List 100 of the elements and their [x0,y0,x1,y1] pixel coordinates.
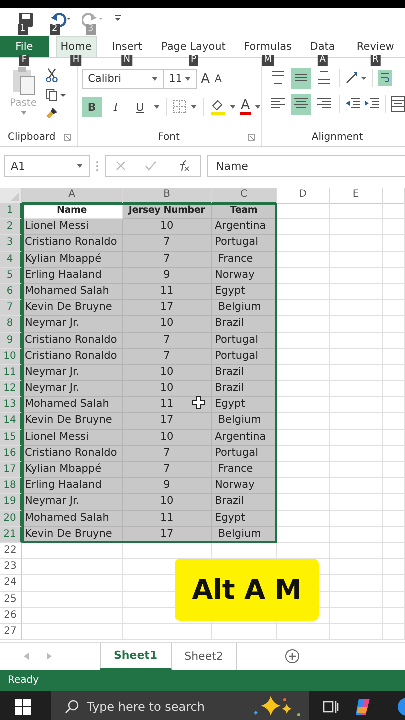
name-box[interactable]: A1 [4,155,90,177]
app-icon[interactable] [397,697,405,718]
row-header[interactable]: 20 [0,510,22,527]
row-header[interactable]: 19 [0,494,22,511]
ribbon-tab[interactable]: Home [56,36,97,57]
launcher-icon[interactable] [248,134,255,140]
row-header[interactable]: 16 [0,446,22,462]
sheet-tab[interactable]: Sheet1 [100,643,172,670]
merge-cells-icon[interactable] [391,96,405,112]
empty-cell [383,608,405,624]
shrink-font-button[interactable]: A [214,74,223,84]
row-header[interactable]: 13 [0,397,22,414]
key-tip: A [318,55,328,66]
empty-cell [330,332,383,349]
row-header[interactable]: 8 [0,316,22,332]
borders-icon[interactable] [173,100,188,114]
grow-font-button[interactable]: A [200,72,211,86]
add-sheet-icon[interactable] [285,649,300,664]
copy-icon[interactable] [45,88,67,102]
ribbon-tab[interactable]: Data [306,36,340,57]
empty-cell [383,592,405,608]
caret-icon[interactable] [77,164,83,168]
dropdown-icon[interactable] [154,105,160,109]
launcher-icon[interactable] [64,134,72,140]
font-color-button[interactable]: A [240,99,251,115]
table-cell: Brazil [212,316,277,332]
row-header[interactable]: 9 [0,332,22,349]
row-header[interactable]: 24 [0,575,22,592]
row-header[interactable]: 3 [0,235,22,252]
font-name-field[interactable]: Calibri [82,69,164,89]
empty-cell [383,494,405,511]
table-cell: 10 [123,364,212,382]
dropdown-icon[interactable] [230,105,236,109]
row-header[interactable]: 27 [0,624,22,640]
row-header[interactable]: 25 [0,592,22,608]
orientation-icon[interactable] [345,71,367,85]
row-header[interactable]: 10 [0,348,22,365]
search-field[interactable]: Type here to search [51,691,309,720]
table-cell: 7 [123,235,212,252]
windows-icon[interactable] [15,699,31,716]
align-center-button[interactable] [291,94,311,114]
copilot-icon[interactable] [353,697,373,718]
row-header[interactable]: 6 [0,284,22,300]
dots-icon [96,160,99,172]
empty-cell [383,381,405,398]
row-header[interactable]: 17 [0,462,22,478]
dropdown-icon[interactable] [191,105,198,109]
formula-field[interactable]: Name [207,155,405,177]
ribbon-tab[interactable]: Review [352,36,398,57]
row-header[interactable]: 15 [0,430,22,446]
row-header[interactable]: 23 [0,559,22,576]
dropdown-icon[interactable] [20,111,26,115]
empty-cell [383,542,405,560]
row-header[interactable]: 7 [0,300,22,316]
underline-button[interactable]: U [130,97,150,117]
column-header[interactable]: A [22,188,123,204]
row-header[interactable]: 4 [0,252,22,268]
column-header[interactable]: B [123,188,212,204]
wrap-text-icon[interactable] [378,70,392,86]
caret-icon[interactable] [152,77,158,81]
row-header[interactable]: 18 [0,478,22,494]
shortcut-caption: Alt A M [175,559,319,621]
row-header[interactable]: 5 [0,268,22,284]
table-cell: Mohamed Salah [22,510,123,527]
ribbon-tab[interactable]: Formulas [240,36,296,57]
row-header[interactable]: 22 [0,542,22,560]
align-middle-button[interactable] [291,68,311,88]
row-header[interactable]: 12 [0,381,22,398]
decrease-indent-icon[interactable] [345,97,361,111]
format-painter-icon[interactable] [45,107,59,120]
scissors-icon[interactable] [45,68,59,83]
fill-color-icon[interactable] [210,99,226,115]
column-header[interactable]: C [212,188,277,204]
empty-cell [330,608,383,624]
table-cell: Portugal [212,348,277,365]
row-header[interactable]: 14 [0,413,22,430]
column-header[interactable]: E [330,188,383,204]
column-header[interactable]: D [277,188,330,204]
key-tip: 2 [50,24,60,35]
row-header[interactable]: 2 [0,219,22,236]
italic-button[interactable]: I [106,97,126,117]
clipboard-icon[interactable] [10,66,36,96]
bold-button[interactable]: B [82,97,102,117]
ribbon-tab[interactable]: File [0,36,49,57]
table-cell: Neymar Jr. [22,494,123,511]
row-header[interactable]: 1 [0,203,22,220]
dropdown-icon[interactable] [255,105,261,109]
ribbon-tab[interactable]: Page Layout [157,36,230,57]
row-header[interactable]: 21 [0,526,22,543]
key-tip: H [70,55,82,66]
caret-icon[interactable] [185,77,192,81]
increase-indent-icon[interactable] [364,97,380,111]
row-header[interactable]: 11 [0,364,22,382]
font-size-field[interactable]: 11 [163,69,198,89]
empty-cell [330,381,383,398]
customize-icon[interactable] [114,14,122,22]
row-header[interactable]: 26 [0,608,22,624]
task-view-icon[interactable] [323,699,339,716]
table-cell: Neymar Jr. [22,364,123,382]
ribbon-tab[interactable]: Insert [108,36,146,57]
